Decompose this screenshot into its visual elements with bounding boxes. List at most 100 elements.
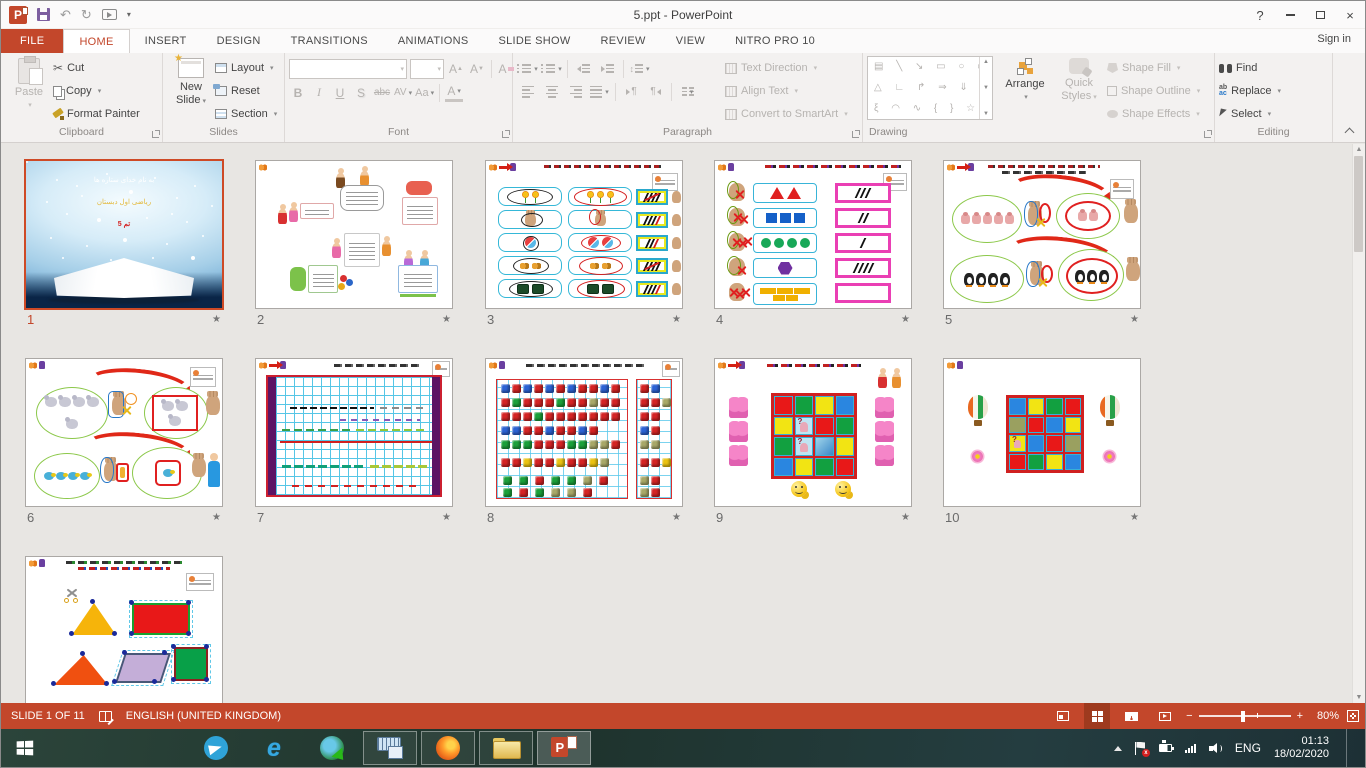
language-indicator[interactable]: ENG: [1235, 741, 1261, 755]
slide-thumbnail-10[interactable]: 10★: [943, 358, 1141, 527]
slide-thumbnail-4[interactable]: 4★: [714, 160, 912, 329]
taskbar-file-explorer[interactable]: [479, 731, 533, 765]
increase-indent-button[interactable]: [597, 59, 618, 78]
slide-thumbnail-7[interactable]: 7★: [255, 358, 453, 527]
zoom-slider-thumb[interactable]: [1241, 711, 1245, 722]
tab-animations[interactable]: ANIMATIONS: [383, 29, 484, 53]
close-button[interactable]: ×: [1335, 4, 1365, 26]
layout-button[interactable]: Layout▾: [215, 58, 277, 78]
select-button[interactable]: Select▾: [1219, 104, 1281, 124]
volume-icon[interactable]: [1209, 743, 1222, 754]
line-spacing-button[interactable]: ↕▾: [629, 59, 650, 78]
underline-button[interactable]: U: [331, 83, 349, 102]
shapes-gallery[interactable]: ▤ ╲ ↘ ▭ ○ ▭ △ ∟ ↱ ⇒ ⇓ ◇ ξ ◠ ∿ { } ☆ ▲ ▼ …: [867, 56, 993, 120]
new-slide-button[interactable]: New Slide▾: [167, 56, 215, 125]
action-center-flag-icon[interactable]: x: [1135, 742, 1146, 755]
font-name-select[interactable]: ▾: [289, 59, 407, 79]
strikethrough-button[interactable]: abc: [373, 83, 391, 102]
slide-thumbnail-1[interactable]: به نام خدای ستاره ها ریاضی اول دبستان تم…: [25, 160, 223, 329]
zoom-slider[interactable]: [1199, 715, 1291, 717]
reset-button[interactable]: Reset: [215, 81, 277, 101]
restore-button[interactable]: [1305, 4, 1335, 26]
shapes-scroll-up-icon[interactable]: ▲: [983, 59, 989, 65]
slide-thumbnail-6[interactable]: 6★: [25, 358, 223, 527]
find-button[interactable]: Find: [1219, 58, 1281, 78]
replace-button[interactable]: abacReplace▾: [1219, 81, 1281, 101]
arrange-button[interactable]: Arrange▾: [999, 56, 1051, 125]
tab-transitions[interactable]: TRANSITIONS: [276, 29, 383, 53]
zoom-percentage[interactable]: 80%: [1311, 710, 1339, 722]
shapes-row[interactable]: ξ ◠ ∿ { } ☆: [874, 103, 979, 115]
align-right-button[interactable]: [565, 82, 586, 101]
numbering-button[interactable]: ▾: [541, 59, 562, 78]
scrollbar-thumb[interactable]: [1354, 156, 1363, 252]
slide-thumbnail-11[interactable]: 11★: [25, 556, 223, 703]
align-text-button[interactable]: Align Text▾: [725, 81, 848, 101]
vertical-scrollbar[interactable]: ▲▼: [1352, 144, 1365, 703]
tab-insert[interactable]: INSERT: [130, 29, 202, 53]
taskbar-download-manager[interactable]: [305, 731, 359, 765]
taskbar-internet-explorer[interactable]: e: [247, 731, 301, 765]
font-dialog-launcher[interactable]: [502, 131, 509, 138]
tab-view[interactable]: VIEW: [661, 29, 720, 53]
sign-in-link[interactable]: Sign in: [1317, 33, 1351, 45]
copy-button[interactable]: Copy▾: [53, 81, 140, 101]
font-size-select[interactable]: ▾: [410, 59, 444, 79]
help-button[interactable]: ?: [1245, 4, 1275, 26]
fit-slide-to-window-button[interactable]: [1347, 710, 1359, 722]
battery-icon[interactable]: [1159, 744, 1172, 752]
text-direction-button[interactable]: Text Direction▾: [725, 58, 848, 78]
bullets-button[interactable]: ▾: [517, 59, 538, 78]
zoom-out-button[interactable]: −: [1186, 710, 1192, 722]
reading-view-button[interactable]: [1118, 703, 1144, 729]
tab-design[interactable]: DESIGN: [202, 29, 276, 53]
start-button[interactable]: [1, 729, 47, 767]
format-painter-button[interactable]: Format Painter: [53, 104, 140, 124]
tab-slideshow[interactable]: SLIDE SHOW: [483, 29, 585, 53]
show-desktop-button[interactable]: [1346, 729, 1353, 767]
rtl-text-button[interactable]: ¶: [645, 82, 666, 101]
grow-font-button[interactable]: A▲: [447, 60, 465, 79]
hidden-icons-arrow[interactable]: [1114, 746, 1122, 751]
section-button[interactable]: Section▾: [215, 104, 277, 124]
shape-outline-button[interactable]: Shape Outline▾: [1107, 81, 1200, 101]
scroll-up-icon[interactable]: ▲: [1356, 146, 1363, 153]
slide-thumbnail-5[interactable]: 5★: [943, 160, 1141, 329]
shrink-font-button[interactable]: A▼: [468, 60, 486, 79]
paste-button[interactable]: Paste▾: [5, 56, 53, 125]
text-shadow-button[interactable]: S: [352, 83, 370, 102]
paragraph-dialog-launcher[interactable]: [852, 131, 859, 138]
tab-file[interactable]: FILE: [1, 29, 63, 53]
justify-button[interactable]: ▾: [589, 82, 610, 101]
slide-thumbnail-9[interactable]: 9★: [714, 358, 912, 527]
font-color-button[interactable]: A▾: [445, 83, 463, 102]
scroll-down-icon[interactable]: ▼: [1356, 694, 1363, 701]
align-center-button[interactable]: [541, 82, 562, 101]
drawing-dialog-launcher[interactable]: [1204, 131, 1211, 138]
minimize-button[interactable]: [1275, 4, 1305, 26]
italic-button[interactable]: I: [310, 83, 328, 102]
change-case-button[interactable]: Aa▾: [415, 83, 434, 102]
shapes-row[interactable]: ▤ ╲ ↘ ▭ ○ ▭: [874, 61, 979, 73]
tab-nitro[interactable]: NITRO PRO 10: [720, 29, 830, 53]
zoom-in-button[interactable]: +: [1297, 710, 1303, 722]
character-spacing-button[interactable]: AV▾: [394, 83, 412, 102]
slideshow-view-button[interactable]: [1152, 703, 1178, 729]
shapes-row[interactable]: △ ∟ ↱ ⇒ ⇓ ◇: [874, 82, 979, 94]
columns-button[interactable]: ▾: [677, 82, 698, 101]
taskbar-telegram[interactable]: [189, 731, 243, 765]
clock[interactable]: 01:1318/02/2020: [1274, 735, 1329, 761]
slide-thumbnail-2[interactable]: 2★: [255, 160, 453, 329]
align-left-button[interactable]: [517, 82, 538, 101]
shape-effects-button[interactable]: Shape Effects▾: [1107, 104, 1200, 124]
shape-fill-button[interactable]: Shape Fill▾: [1107, 58, 1200, 78]
spellcheck-icon[interactable]: [99, 711, 112, 722]
slide-thumbnail-3[interactable]: 3★: [485, 160, 683, 329]
ltr-text-button[interactable]: ¶: [621, 82, 642, 101]
cut-button[interactable]: ✂Cut: [53, 58, 140, 78]
clipboard-dialog-launcher[interactable]: [152, 131, 159, 138]
taskbar-powerpoint[interactable]: [537, 731, 591, 765]
tab-home[interactable]: HOME: [63, 29, 129, 53]
slide-thumbnail-8[interactable]: 8★: [485, 358, 683, 527]
decrease-indent-button[interactable]: [573, 59, 594, 78]
